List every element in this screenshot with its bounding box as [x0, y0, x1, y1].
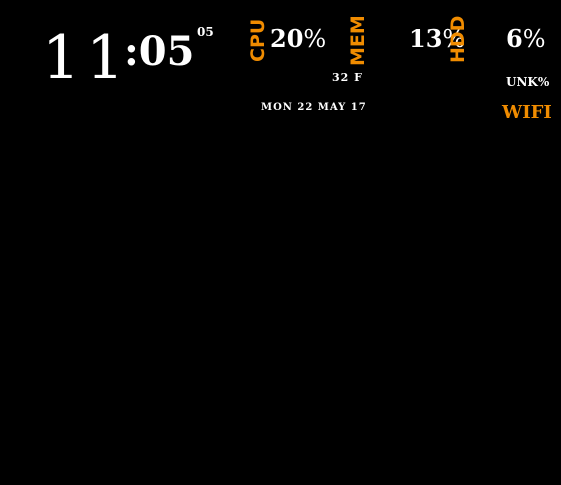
mem-label: MEM	[347, 15, 369, 66]
cpu-usage-unit: %	[303, 25, 327, 53]
hdd-label: HDD	[447, 15, 469, 63]
hdd-usage: 6%	[506, 24, 546, 53]
cpu-usage-value: 20	[270, 24, 304, 53]
network-value: UNK%	[506, 75, 550, 89]
date: MON 22 MAY 17	[261, 102, 367, 113]
network-label: WIFI	[502, 102, 552, 123]
temperature: 32 F	[332, 71, 363, 84]
clock-minute: :05	[124, 28, 195, 75]
hdd-usage-value: 6	[506, 24, 523, 53]
cpu-usage: 20%	[270, 24, 327, 53]
mem-usage-value: 13	[409, 24, 443, 53]
clock-second: 05	[197, 25, 214, 39]
clock-hour: 11	[42, 23, 131, 93]
hdd-usage-unit: %	[522, 25, 546, 53]
cpu-label: CPU	[247, 18, 269, 62]
